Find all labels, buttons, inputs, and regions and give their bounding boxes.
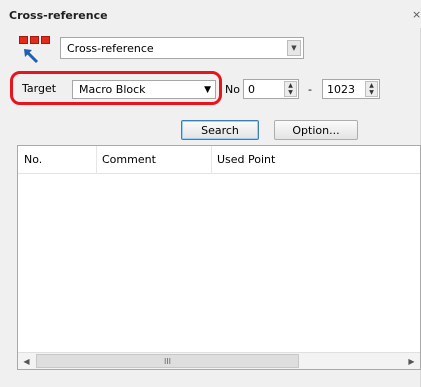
range-to-value: 1023 <box>327 83 355 96</box>
icon-square-3 <box>41 36 50 44</box>
results-table[interactable]: No. Comment Used Point ◀ III ▶ <box>17 145 421 370</box>
column-comment[interactable]: Comment <box>102 153 156 166</box>
cross-reference-icon <box>17 34 53 64</box>
column-no[interactable]: No. <box>24 153 42 166</box>
spin-down-icon[interactable]: ▼ <box>366 89 377 96</box>
title-bar: Cross-reference × <box>0 0 421 28</box>
mode-select[interactable]: Cross-reference ▼ <box>60 37 304 59</box>
range-from-spinner[interactable]: ▲ ▼ <box>284 81 297 97</box>
no-label: No <box>225 83 240 96</box>
cross-reference-panel: Cross-reference × Cross-reference ▼ Targ… <box>0 0 421 387</box>
range-dash: - <box>308 83 312 96</box>
range-from-input[interactable]: 0 ▲ ▼ <box>243 79 299 99</box>
target-label: Target <box>22 82 57 95</box>
table-header: No. Comment Used Point <box>18 146 420 174</box>
close-icon[interactable]: × <box>412 9 421 21</box>
arrow-icon <box>24 49 39 64</box>
range-from-value: 0 <box>248 83 255 96</box>
icon-square-2 <box>30 36 39 44</box>
option-button[interactable]: Option... <box>274 120 358 140</box>
scroll-thumb[interactable]: III <box>36 354 299 368</box>
horizontal-scrollbar[interactable]: ◀ III ▶ <box>18 352 420 369</box>
target-select[interactable]: Macro Block ▼ <box>72 80 216 99</box>
column-used-point[interactable]: Used Point <box>217 153 275 166</box>
target-caret-icon[interactable]: ▼ <box>204 85 211 95</box>
target-select-value: Macro Block <box>79 83 146 96</box>
spin-down-icon[interactable]: ▼ <box>285 89 296 96</box>
scroll-left-icon[interactable]: ◀ <box>18 353 35 369</box>
search-button-label: Search <box>201 123 239 137</box>
scroll-grip: III <box>163 356 172 366</box>
mode-select-value: Cross-reference <box>67 42 154 55</box>
scroll-right-icon[interactable]: ▶ <box>403 353 420 369</box>
search-button[interactable]: Search <box>181 120 259 140</box>
range-to-spinner[interactable]: ▲ ▼ <box>365 81 378 97</box>
column-divider[interactable] <box>211 146 212 174</box>
icon-square-1 <box>19 36 28 44</box>
range-to-input[interactable]: 1023 ▲ ▼ <box>322 79 380 99</box>
chevron-down-icon[interactable]: ▼ <box>287 40 301 56</box>
spin-up-icon[interactable]: ▲ <box>366 82 377 89</box>
spin-up-icon[interactable]: ▲ <box>285 82 296 89</box>
option-button-label: Option... <box>292 123 340 137</box>
window-title: Cross-reference <box>9 9 108 22</box>
column-divider[interactable] <box>96 146 97 174</box>
